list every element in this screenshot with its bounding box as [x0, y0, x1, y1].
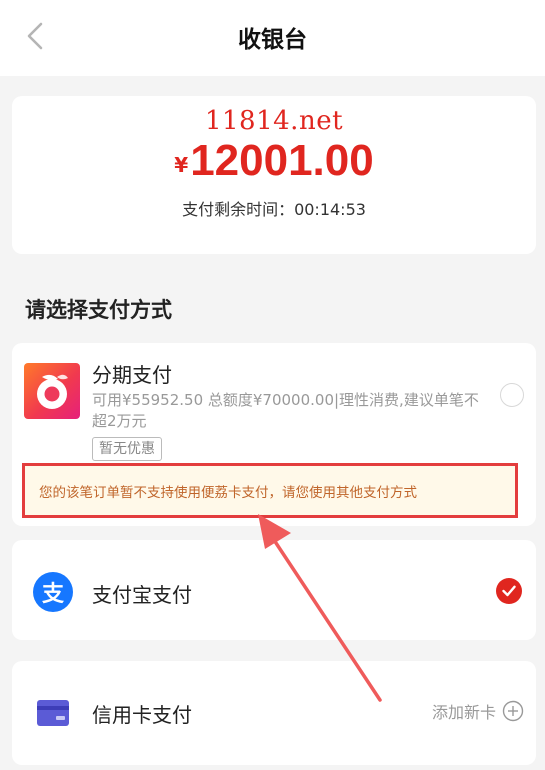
alipay-option[interactable]: 支 支付宝支付 [12, 540, 536, 640]
add-card-button[interactable]: 添加新卡 [432, 699, 524, 723]
alipay-icon: 支 [33, 572, 73, 612]
installment-credit-info: 可用¥55952.50 总额度¥70000.00|理性消费,建议单笔不超2万元 [92, 391, 479, 430]
credit-card-label: 信用卡支付 [92, 703, 192, 727]
section-title: 请选择支付方式 [25, 298, 172, 322]
selected-check-icon[interactable] [496, 578, 522, 604]
watermark-text: 11814.net [204, 106, 344, 136]
remaining-time: 支付剩余时间：00:14:53 [182, 200, 366, 219]
installment-radio[interactable] [500, 383, 524, 407]
amount-value: 12001.00 [190, 136, 374, 185]
alipay-label: 支付宝支付 [92, 583, 192, 607]
add-icon [502, 700, 524, 722]
installment-app-logo [24, 363, 80, 419]
installment-name: 分期支付 [92, 363, 172, 387]
page-title: 收银台 [238, 27, 307, 53]
add-card-label: 添加新卡 [431, 703, 496, 722]
currency-symbol: ¥ [174, 153, 189, 177]
amount-card: 11814.net ¥12001.00 支付剩余时间：00:14:53 [12, 96, 536, 254]
top-bar: 收银台 [0, 0, 545, 76]
discount-badge: 暂无优惠 [92, 437, 162, 461]
credit-card-icon [36, 699, 70, 727]
credit-card-option[interactable]: 信用卡支付 添加新卡 [12, 661, 536, 765]
payment-amount: ¥12001.00 [12, 136, 536, 186]
unsupported-notice: 您的该笔订单暂不支持使用便荔卡支付，请您使用其他支付方式 [22, 463, 518, 518]
installment-option[interactable]: 分期支付 可用¥55952.50 总额度¥70000.00|理性消费,建议单笔不… [12, 343, 536, 526]
